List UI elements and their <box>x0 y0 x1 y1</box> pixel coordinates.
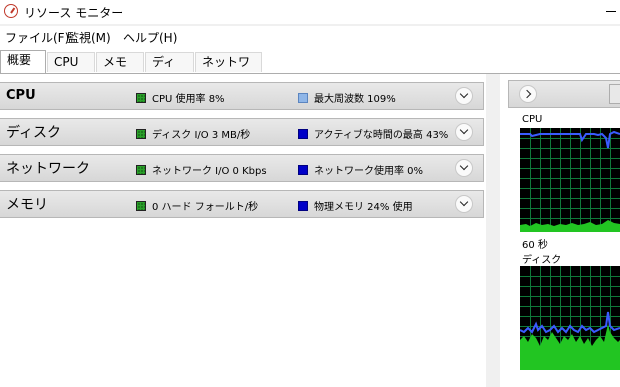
section-network-title: ネットワーク <box>6 161 90 177</box>
tab-overview[interactable]: 概要 <box>0 50 46 74</box>
tab-disk[interactable]: ディスク <box>145 52 194 87</box>
cpu-graph <box>520 128 620 232</box>
disk-graph <box>520 266 620 370</box>
chevron-down-icon[interactable] <box>455 159 473 177</box>
menu-bar: ファイル(F) 監視(M) ヘルプ(H) <box>0 26 620 48</box>
panel-splitter[interactable] <box>486 74 500 387</box>
tab-cpu[interactable]: CPU <box>47 52 95 72</box>
section-cpu-title: CPU <box>6 88 36 103</box>
section-memory-title: メモリ <box>6 197 48 213</box>
disk-active-time-metric: アクティブな時間の最高 43% <box>298 126 448 141</box>
resource-monitor-icon <box>4 4 18 18</box>
window-title: リソース モニター <box>24 6 124 20</box>
hard-faults-metric: 0 ハード フォールト/秒 <box>136 198 258 213</box>
minimize-icon[interactable] <box>602 0 620 20</box>
menu-help[interactable]: ヘルプ(H) <box>123 29 177 46</box>
cpu-usage-metric: CPU 使用率 8% <box>136 90 225 105</box>
disk-graph-label: ディスク <box>522 255 562 266</box>
physical-memory-metric: 物理メモリ 24% 使用 <box>298 198 413 213</box>
blue-legend-icon <box>298 165 308 175</box>
title-bar: リソース モニター <box>0 0 620 24</box>
green-legend-icon <box>136 165 146 175</box>
menu-monitor[interactable]: 監視(M) <box>67 29 111 46</box>
tab-network[interactable]: ネットワーク <box>195 52 262 87</box>
green-legend-icon <box>136 201 146 211</box>
blue-legend-icon <box>298 129 308 139</box>
chevron-down-icon[interactable] <box>455 87 473 105</box>
network-io-metric: ネットワーク I/O 0 Kbps <box>136 162 267 177</box>
overview-content: CPU CPU 使用率 8% 最大周波数 109% ディスク ディスク I/O … <box>0 74 620 387</box>
chevron-right-icon[interactable] <box>519 85 537 103</box>
section-network[interactable]: ネットワーク ネットワーク I/O 0 Kbps ネットワーク使用率 0% <box>0 154 484 182</box>
disk-io-metric: ディスク I/O 3 MB/秒 <box>136 126 250 141</box>
section-disk-title: ディスク <box>6 125 62 141</box>
green-legend-icon <box>136 93 146 103</box>
tab-strip: 概要 CPU メモリ ディスク ネットワーク <box>0 48 620 87</box>
cpu-graph-label: CPU <box>522 114 543 125</box>
section-disk[interactable]: ディスク ディスク I/O 3 MB/秒 アクティブな時間の最高 43% <box>0 118 484 146</box>
cpu-frequency-metric: 最大周波数 109% <box>298 90 396 105</box>
graph-time-label: 60 秒 <box>522 240 548 251</box>
blue-legend-icon <box>298 201 308 211</box>
network-utilization-metric: ネットワーク使用率 0% <box>298 162 423 177</box>
cpu-graph-grid <box>520 128 620 232</box>
tab-memory[interactable]: メモリ <box>96 52 144 87</box>
green-legend-icon <box>136 129 146 139</box>
menu-file[interactable]: ファイル(F) <box>5 29 69 46</box>
views-button[interactable] <box>609 84 620 104</box>
section-memory[interactable]: メモリ 0 ハード フォールト/秒 物理メモリ 24% 使用 <box>0 190 484 218</box>
graphs-header <box>508 80 620 108</box>
graphs-panel: CPU 60 秒 ディスク <box>508 80 620 387</box>
chevron-down-icon[interactable] <box>455 123 473 141</box>
chevron-down-icon[interactable] <box>455 195 473 213</box>
section-cpu[interactable]: CPU CPU 使用率 8% 最大周波数 109% <box>0 82 484 110</box>
sections-panel: CPU CPU 使用率 8% 最大周波数 109% ディスク ディスク I/O … <box>0 80 485 387</box>
light-blue-legend-icon <box>298 93 308 103</box>
